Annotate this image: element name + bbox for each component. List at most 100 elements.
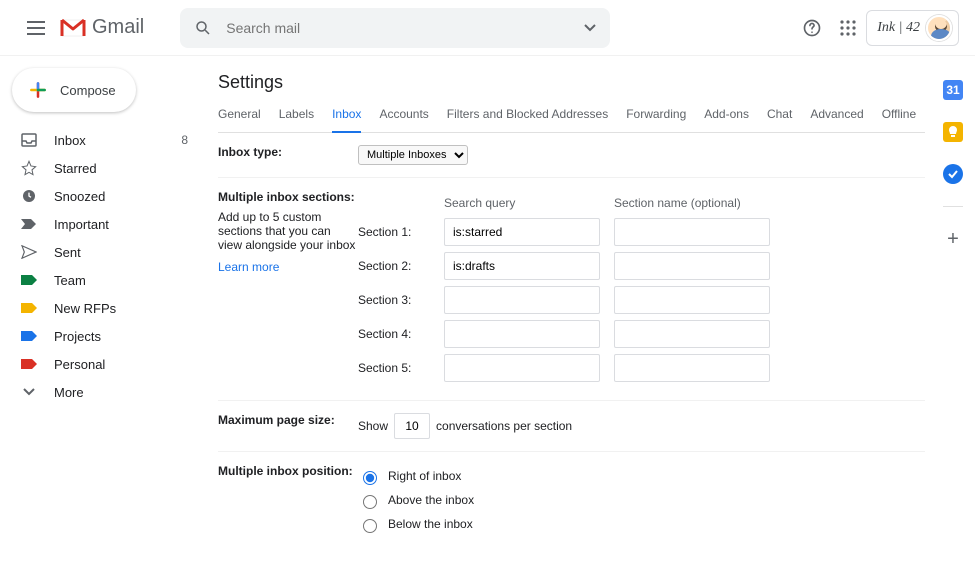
nav-list: Inbox8 Starred Snoozed Important Sent Team New… — [0, 126, 200, 406]
tab-accounts[interactable]: Accounts — [379, 107, 428, 132]
page-size-input[interactable] — [394, 413, 430, 439]
search-bar[interactable] — [180, 8, 610, 48]
position-option[interactable]: Right of inbox — [358, 464, 925, 488]
section-query-input[interactable] — [444, 218, 600, 246]
account-switcher[interactable]: Ink | 42 — [866, 10, 959, 46]
sidebar-item-label: Personal — [54, 357, 188, 372]
sidebar-item-label: More — [54, 385, 188, 400]
avatar — [926, 15, 952, 41]
sidebar-item-label: Important — [54, 217, 188, 232]
tab-forwarding[interactable]: Forwarding — [626, 107, 686, 132]
position-label: Multiple inbox position: — [218, 464, 358, 536]
tag-icon — [20, 274, 38, 286]
tab-inbox[interactable]: Inbox — [332, 107, 361, 132]
chevron-down-icon[interactable] — [584, 24, 596, 32]
tab-general[interactable]: General — [218, 107, 261, 132]
google-apps-button[interactable] — [830, 10, 866, 46]
section-row-label: Section 3: — [358, 286, 444, 314]
position-row: Multiple inbox position: Right of inbox A… — [218, 452, 925, 548]
sidebar-item-team[interactable]: Team — [0, 266, 200, 294]
compose-plus-icon — [28, 80, 48, 100]
sidebar-item-projects[interactable]: Projects — [0, 322, 200, 350]
section-name-input[interactable] — [614, 354, 770, 382]
main-menu-button[interactable] — [16, 8, 56, 48]
sections-label: Multiple inbox sections: Add up to 5 cus… — [218, 190, 358, 388]
tab-offline[interactable]: Offline — [882, 107, 916, 132]
learn-more-link[interactable]: Learn more — [218, 260, 279, 274]
sidebar-item-label: Inbox — [54, 133, 181, 148]
sidebar-item-important[interactable]: Important — [0, 210, 200, 238]
position-radio[interactable] — [363, 519, 377, 533]
section-name-input[interactable] — [614, 252, 770, 280]
settings-tabs: General Labels Inbox Accounts Filters and Bl… — [218, 107, 925, 133]
compose-label: Compose — [60, 83, 116, 98]
app-header: Gmail Ink | 42 — [0, 0, 975, 56]
tab-labels[interactable]: Labels — [279, 107, 314, 132]
sidebar-item-label: Starred — [54, 161, 188, 176]
sidebar-item-label: Sent — [54, 245, 188, 260]
position-radio[interactable] — [363, 495, 377, 509]
inbox-icon — [20, 133, 38, 147]
tab-chat[interactable]: Chat — [767, 107, 792, 132]
search-icon — [194, 19, 212, 37]
gmail-m-icon — [60, 17, 86, 39]
search-input[interactable] — [224, 19, 584, 37]
compose-button[interactable]: Compose — [12, 68, 136, 112]
section-name-input[interactable] — [614, 286, 770, 314]
inbox-type-select[interactable]: Multiple Inboxes — [358, 145, 468, 165]
sidebar-item-new-rfps[interactable]: New RFPs — [0, 294, 200, 322]
sidebar-item-starred[interactable]: Starred — [0, 154, 200, 182]
position-option[interactable]: Below the inbox — [358, 512, 925, 536]
tab-advanced[interactable]: Advanced — [810, 107, 863, 132]
section-row-label: Section 4: — [358, 320, 444, 348]
section-query-input[interactable] — [444, 320, 600, 348]
gmail-wordmark: Gmail — [92, 16, 144, 39]
tab-add-ons[interactable]: Add-ons — [704, 107, 749, 132]
page-size-suffix: conversations per section — [436, 419, 572, 433]
important-icon — [20, 218, 38, 230]
sidebar-item-personal[interactable]: Personal — [0, 350, 200, 378]
position-radio[interactable] — [363, 471, 377, 485]
section-query-input[interactable] — [444, 354, 600, 382]
section-name-input[interactable] — [614, 218, 770, 246]
section-row: Section 4: — [358, 320, 770, 348]
section-row: Section 1: — [358, 218, 770, 246]
position-option[interactable]: Above the inbox — [358, 488, 925, 512]
keep-addon-icon[interactable] — [943, 122, 963, 142]
get-addons-button[interactable]: + — [947, 229, 959, 249]
sections-label-sub: Add up to 5 custom sections that you can… — [218, 210, 358, 252]
calendar-addon-icon[interactable]: 31 — [943, 80, 963, 100]
sidebar-item-more[interactable]: More — [0, 378, 200, 406]
gmail-logo[interactable]: Gmail — [60, 16, 144, 39]
inbox-type-label: Inbox type: — [218, 145, 358, 165]
section-row: Section 5: — [358, 354, 770, 382]
clock-icon — [20, 188, 38, 204]
sidebar-item-inbox[interactable]: Inbox8 — [0, 126, 200, 154]
star-icon — [20, 160, 38, 176]
section-row-label: Section 2: — [358, 252, 444, 280]
sidebar-item-label: New RFPs — [54, 301, 188, 316]
page-size-row: Maximum page size: Show conversations pe… — [218, 401, 925, 452]
page-title: Settings — [218, 72, 925, 93]
rail-divider — [943, 206, 963, 207]
sections-table: Search query Section name (optional) Sec… — [358, 190, 770, 388]
tasks-addon-icon[interactable] — [943, 164, 963, 184]
support-button[interactable] — [794, 10, 830, 46]
sidebar-item-label: Team — [54, 273, 188, 288]
section-row: Section 2: — [358, 252, 770, 280]
section-query-input[interactable] — [444, 252, 600, 280]
send-icon — [20, 245, 38, 259]
tab-filters-and-blocked-addresses[interactable]: Filters and Blocked Addresses — [447, 107, 608, 132]
tag-icon — [20, 358, 38, 370]
position-option-label: Above the inbox — [388, 493, 474, 507]
inbox-type-row: Inbox type: Multiple Inboxes — [218, 133, 925, 178]
col-header-name: Section name (optional) — [614, 196, 770, 212]
sidebar-item-sent[interactable]: Sent — [0, 238, 200, 266]
more-icon — [20, 388, 38, 396]
sidebar-item-label: Projects — [54, 329, 188, 344]
sidebar-item-snoozed[interactable]: Snoozed — [0, 182, 200, 210]
section-query-input[interactable] — [444, 286, 600, 314]
sidebar-item-label: Snoozed — [54, 189, 188, 204]
section-row: Section 3: — [358, 286, 770, 314]
section-name-input[interactable] — [614, 320, 770, 348]
